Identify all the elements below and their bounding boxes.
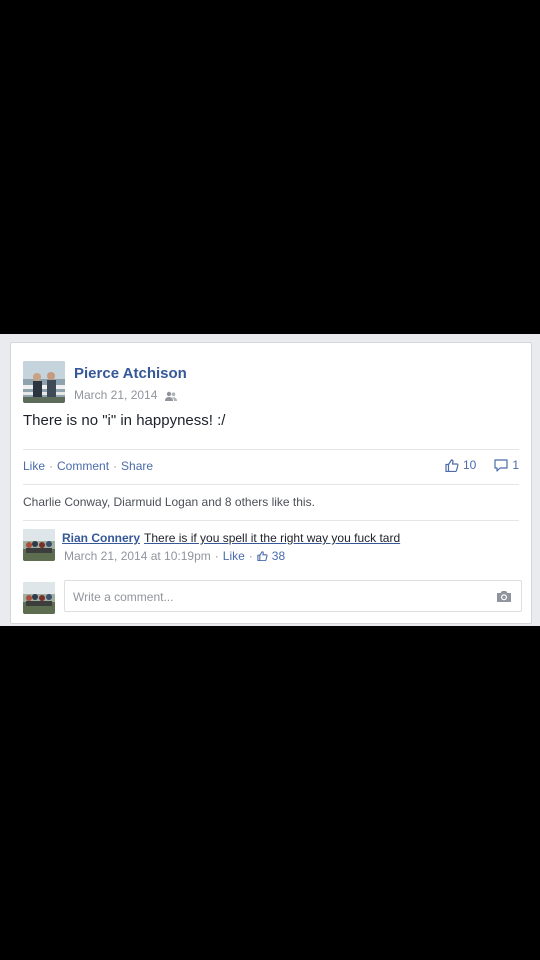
comment-input[interactable]: Write a comment... [64,580,522,612]
friends-icon [164,391,177,401]
post-actions: Like · Comment · Share [23,459,153,473]
post-panel: Pierce Atchison March 21, 2014 There is … [0,334,540,626]
author-avatar[interactable] [23,361,65,403]
like-link[interactable]: Like [23,459,45,473]
like-count[interactable]: 10 [463,458,476,472]
divider [23,520,519,521]
comment-time[interactable]: March 21, 2014 at 10:19pm [64,549,211,563]
post-card: Pierce Atchison March 21, 2014 There is … [10,342,532,624]
camera-icon[interactable] [496,590,512,603]
post-date[interactable]: March 21, 2014 [74,388,157,402]
separator: · [113,459,118,473]
post-meta: March 21, 2014 [74,388,177,402]
divider [23,449,519,450]
comment-meta: March 21, 2014 at 10:19pm · Like · 38 [64,549,285,563]
separator: · [214,549,219,563]
comment-like-link[interactable]: Like [223,549,245,563]
likes-summary[interactable]: Charlie Conway, Diarmuid Logan and 8 oth… [23,495,315,509]
post-author-name[interactable]: Pierce Atchison [74,365,187,382]
post-header: Pierce Atchison March 21, 2014 [23,355,519,405]
divider [23,484,519,485]
comment-like-count[interactable]: 38 [272,549,285,563]
commenter-name[interactable]: Rian Connery [62,531,140,545]
share-link[interactable]: Share [121,459,153,473]
comment-item: Rian Connery There is if you spell it the… [23,529,519,569]
current-user-avatar [23,582,55,614]
comment-link[interactable]: Comment [57,459,109,473]
separator: · [49,459,54,473]
thumbs-up-icon[interactable] [445,458,459,472]
thumbs-up-icon [257,551,268,561]
commenter-avatar[interactable] [23,529,55,561]
comment-composer: Write a comment... [23,580,522,614]
speech-bubble-icon[interactable] [494,458,508,472]
separator: · [248,549,253,563]
comment-input-placeholder: Write a comment... [73,590,174,604]
comment-text: There is if you spell it the right way y… [144,531,401,545]
post-counts: 10 1 [445,458,519,472]
comment-line: Rian Connery There is if you spell it the… [62,531,400,545]
comment-count[interactable]: 1 [512,458,519,472]
post-text: There is no "i" in happyness! :/ [23,412,226,429]
